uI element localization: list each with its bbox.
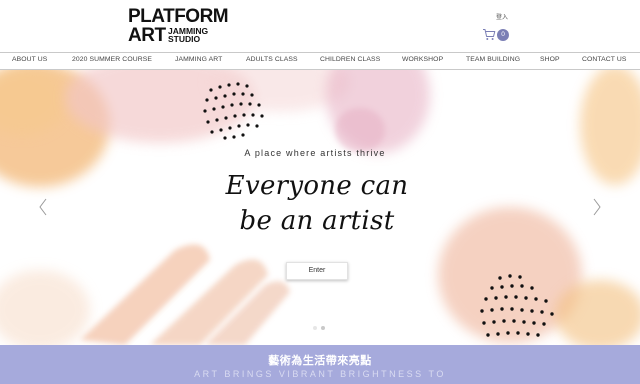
hero-headline-line1: Everyone can bbox=[225, 171, 409, 201]
chevron-right-icon bbox=[593, 198, 601, 216]
nav-item-shop[interactable]: SHOP bbox=[540, 56, 560, 63]
enter-button[interactable]: Enter bbox=[286, 262, 348, 280]
cart-icon bbox=[483, 29, 496, 40]
login-link[interactable]: 登入 bbox=[496, 12, 508, 21]
nav-item-children-class[interactable]: CHILDREN CLASS bbox=[320, 56, 380, 63]
logo-word-art: ART bbox=[128, 25, 166, 46]
previous-slide-button[interactable] bbox=[38, 198, 48, 216]
nav-item-team-building[interactable]: TEAM BUILDING bbox=[466, 56, 520, 63]
nav-item-workshop[interactable]: WORKSHOP bbox=[402, 56, 443, 63]
hero-headline-line2: be an artist bbox=[239, 206, 395, 236]
logo-word-platform: PLATFORM bbox=[128, 6, 229, 27]
slide-indicator bbox=[313, 326, 329, 331]
nav-item-jamming-art[interactable]: JAMMING ART bbox=[175, 56, 222, 63]
cart-button[interactable]: 0 bbox=[482, 28, 512, 42]
banner-strip: 藝術為生活帶來亮點 ART BRINGS VIBRANT BRIGHTNESS … bbox=[0, 345, 640, 384]
chevron-left-icon bbox=[39, 198, 47, 216]
next-slide-button[interactable] bbox=[592, 198, 602, 216]
slide-dot[interactable] bbox=[313, 326, 317, 330]
site-logo[interactable]: PLATFORM ART JAMMING STUDIO bbox=[128, 7, 238, 45]
banner-title: 藝術為生活帶來亮點 bbox=[268, 354, 372, 367]
hero-tagline: A place where artists thrive bbox=[244, 148, 386, 158]
banner-subtitle: ART BRINGS VIBRANT BRIGHTNESS TO bbox=[194, 369, 446, 379]
site-header: PLATFORM ART JAMMING STUDIO 登入 0 bbox=[0, 0, 640, 52]
hero-slideshow: A place where artists thrive Everyone ca… bbox=[0, 70, 640, 345]
nav-item-adults-class[interactable]: ADULTS CLASS bbox=[246, 56, 298, 63]
nav-item-summer-course[interactable]: 2020 SUMMER COURSE bbox=[72, 56, 152, 63]
cart-count-badge: 0 bbox=[497, 29, 509, 41]
nav-item-about-us[interactable]: ABOUT US bbox=[12, 56, 47, 63]
logo-word-studio: STUDIO bbox=[168, 34, 201, 44]
slide-dot[interactable] bbox=[321, 326, 325, 330]
main-nav: ABOUT US 2020 SUMMER COURSE JAMMING ART … bbox=[0, 52, 640, 70]
nav-item-contact-us[interactable]: CONTACT US bbox=[582, 56, 627, 63]
